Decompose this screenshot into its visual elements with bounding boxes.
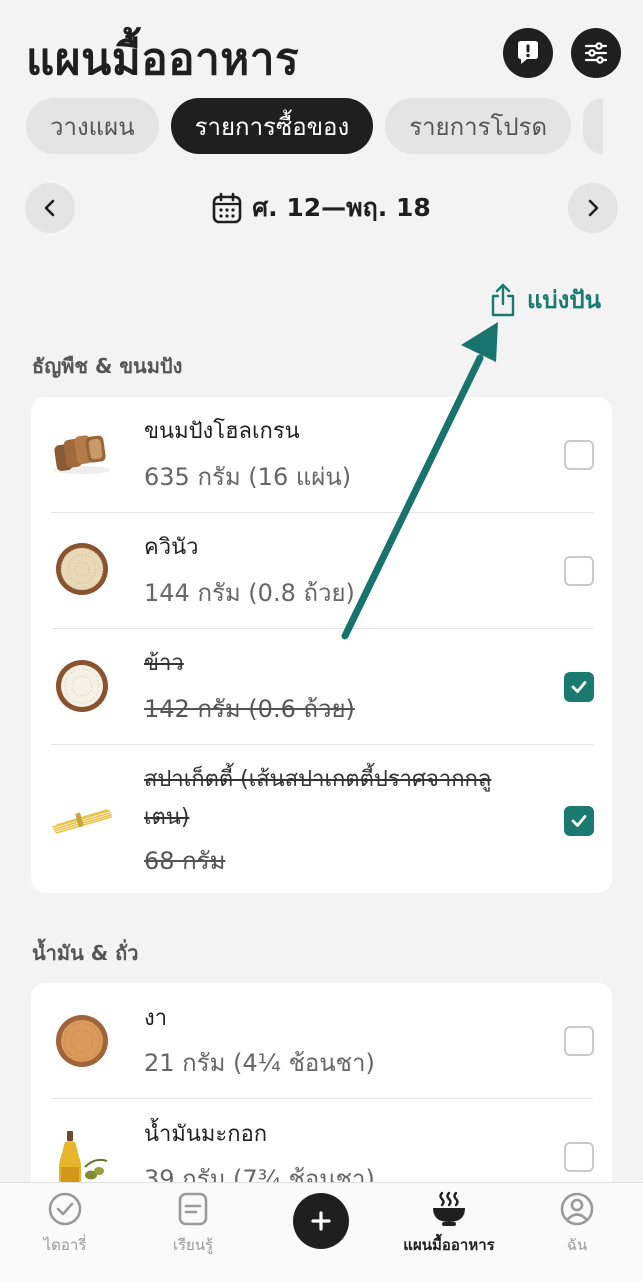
item-checkbox[interactable] [564,440,594,470]
page-title: แผนมื้ออาหาร [26,34,300,85]
item-name: ข้าว [144,651,184,676]
item-checkbox[interactable] [564,672,594,702]
filter-settings-button[interactable] [571,28,621,78]
date-range[interactable]: ศ. 12—พฤ. 18 [0,188,643,228]
bread-image [54,435,110,474]
bottom-nav: ไดอารี่ เรียนรู้ แผนมื้ออาหาร ฉัน [0,1182,643,1281]
date-range-label: ศ. 12—พฤ. 18 [252,193,431,222]
next-week-button[interactable] [568,183,618,233]
list-item[interactable]: ข้าว 142 กรัม (0.6 ถ้วย) [51,629,594,745]
list-item[interactable]: สปาเก็ตตี้ (เส้นสปาเกตตี้ปราศจากกลูเตน) … [51,745,594,893]
add-button[interactable] [293,1193,349,1249]
item-checkbox[interactable] [564,1026,594,1056]
section-title-oils-nuts: น้ำมัน & ถั่ว [32,941,139,965]
quinoa-image [56,543,108,595]
nav-profile-label: ฉัน [566,1236,588,1254]
tab-overflow[interactable] [583,98,604,154]
item-quantity: 21 กรัม (4¼ ช้อนชา) [144,1049,375,1077]
item-name: งา [144,1006,168,1031]
item-name: ควินัว [144,535,199,560]
feedback-icon [518,41,538,64]
note-icon [178,1192,208,1226]
checkmark-icon [571,815,587,827]
item-checkbox[interactable] [564,1142,594,1172]
spaghetti-image [52,809,112,834]
nav-learn[interactable]: เรียนรู้ [138,1191,248,1257]
item-quantity: 142 กรัม (0.6 ถ้วย) [144,695,355,723]
section-title-grains: ธัญพืช & ขนมปัง [32,354,183,378]
grains-card: ขนมปังโฮลเกรน 635 กรัม (16 แผ่น) ควินัว … [31,397,612,893]
item-name: น้ำมันมะกอก [144,1122,268,1147]
share-button[interactable]: แบ่งปัน [489,280,601,319]
sliders-icon [584,42,608,64]
share-icon [491,283,515,316]
item-name: ขนมปังโฮลเกรน [144,419,300,444]
tab-shopping-list[interactable]: รายการซื้อของ [170,98,374,154]
chevron-right-icon [588,199,599,217]
list-item[interactable]: งา 21 กรัม (4¼ ช้อนชา) [51,983,594,1099]
sesame-image [56,1015,108,1067]
list-item[interactable]: ควินัว 144 กรัม (0.8 ถ้วย) [51,513,594,629]
share-label: แบ่งปัน [526,286,601,314]
tab-plan[interactable]: วางแผน [26,98,159,154]
item-checkbox[interactable] [564,556,594,586]
item-quantity: 144 กรัม (0.8 ถ้วย) [144,579,355,607]
view-tabs: วางแผน รายการซื้อของ รายการโปรด [26,98,604,154]
nav-learn-label: เรียนรู้ [172,1236,214,1254]
user-circle-icon [560,1192,594,1226]
meal-bowl-icon [433,1191,465,1226]
item-quantity: 635 กรัม (16 แผ่น) [144,463,352,491]
check-circle-icon [48,1192,82,1226]
calendar-icon [212,192,242,224]
nav-meal-plan[interactable]: แผนมื้ออาหาร [394,1191,504,1257]
tab-favorites[interactable]: รายการโปรด [385,98,572,154]
rice-image [56,660,108,712]
nav-diary[interactable]: ไดอารี่ [10,1191,120,1257]
feedback-button[interactable] [503,28,553,78]
olive-oil-image [59,1131,108,1185]
item-quantity: 68 กรัม [144,847,226,875]
item-checkbox[interactable] [564,806,594,836]
list-item[interactable]: ขนมปังโฮลเกรน 635 กรัม (16 แผ่น) [51,397,594,513]
item-name: สปาเก็ตตี้ (เส้นสปาเกตตี้ปราศจากกลูเตน) [144,767,492,830]
nav-diary-label: ไดอารี่ [43,1236,87,1254]
nav-meal-plan-label: แผนมื้ออาหาร [403,1236,495,1254]
plus-icon [311,1211,331,1231]
nav-profile[interactable]: ฉัน [522,1191,632,1257]
checkmark-icon [571,681,587,693]
